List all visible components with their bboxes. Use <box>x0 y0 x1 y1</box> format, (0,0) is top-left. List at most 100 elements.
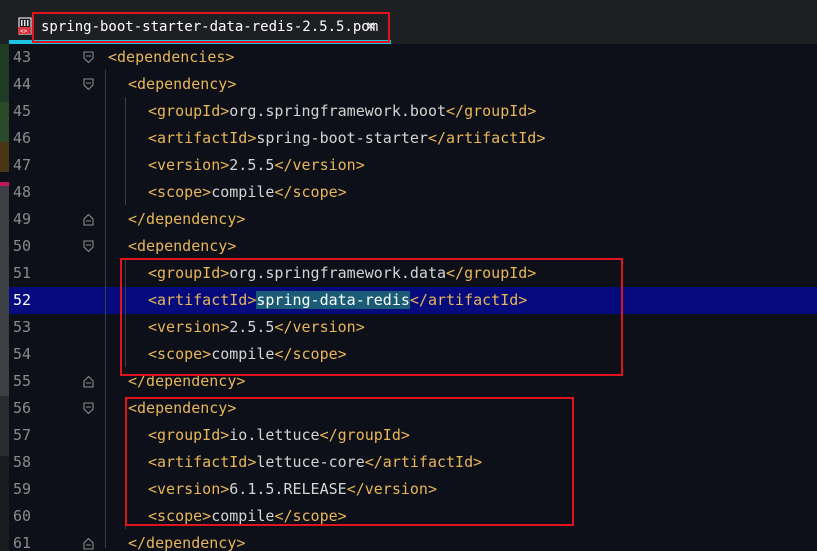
xml-close-tag: </version> <box>346 480 437 498</box>
code-text: <artifactId>spring-data-redis</artifactI… <box>148 291 527 310</box>
fold-close-icon[interactable] <box>83 213 94 226</box>
fold-open-icon[interactable] <box>83 51 94 64</box>
code-line[interactable]: 48 <scope>compile</scope> <box>9 179 817 206</box>
line-number: 52 <box>13 291 32 309</box>
code-text: </dependency> <box>128 534 245 551</box>
xml-open-tag: </dependency> <box>128 372 246 390</box>
code-line[interactable]: 60 <scope>compile</scope> <box>9 503 817 530</box>
code-text: </dependency> <box>128 372 245 391</box>
selected-text: spring-data-redis <box>256 291 410 309</box>
xml-value: compile <box>211 345 275 363</box>
line-number: 49 <box>13 210 32 228</box>
indent-guide <box>125 259 126 367</box>
xml-open-tag: <version> <box>148 318 230 336</box>
xml-value: 6.1.5.RELEASE <box>229 480 347 498</box>
xml-open-tag: <scope> <box>148 507 212 525</box>
code-line[interactable]: 51 <groupId>org.springframework.data</gro… <box>9 260 817 287</box>
code-line[interactable]: 55 </dependency> <box>9 368 817 395</box>
xml-close-tag: </groupId> <box>446 102 537 120</box>
code-editor[interactable]: 43 <dependencies> 44 <dependency> 45 <groupId… <box>0 44 817 551</box>
line-number: 43 <box>13 48 32 66</box>
code-text: <version>2.5.5</version> <box>148 318 365 337</box>
xml-open-tag: <scope> <box>148 183 212 201</box>
code-line[interactable]: 57 <groupId>io.lettuce</groupId> <box>9 422 817 449</box>
xml-open-tag: </dependency> <box>128 534 246 551</box>
xml-close-tag: </version> <box>274 318 365 336</box>
code-text: <groupId>org.springframework.boot</group… <box>148 102 536 121</box>
editor-tab-bar: <> spring-boot-starter-data-redis-2.5.5.… <box>0 0 817 44</box>
code-text: <dependency> <box>128 75 236 94</box>
xml-value: io.lettuce <box>229 426 320 444</box>
line-number: 46 <box>13 129 32 147</box>
line-number: 61 <box>13 534 32 551</box>
xml-open-tag: <dependency> <box>128 399 237 417</box>
line-number: 45 <box>13 102 32 120</box>
fold-close-icon[interactable] <box>83 537 94 550</box>
code-line[interactable]: 47 <version>2.5.5</version> <box>9 152 817 179</box>
xml-open-tag: <scope> <box>148 345 212 363</box>
xml-open-tag: <artifactId> <box>148 129 257 147</box>
strip-segment <box>0 186 9 396</box>
code-line[interactable]: 52 <artifactId>spring-data-redis</artifac… <box>9 287 817 314</box>
strip-segment <box>0 44 9 102</box>
xml-value: spring-boot-starter <box>256 129 428 147</box>
code-text: <scope>compile</scope> <box>148 183 347 202</box>
xml-open-tag: <dependency> <box>128 75 237 93</box>
code-line[interactable]: 58 <artifactId>lettuce-core</artifactId> <box>9 449 817 476</box>
xml-close-tag: </version> <box>274 156 365 174</box>
xml-open-tag: <dependency> <box>128 237 237 255</box>
fold-close-icon[interactable] <box>83 375 94 388</box>
line-number: 59 <box>13 480 32 498</box>
xml-value: lettuce-core <box>256 453 365 471</box>
fold-open-icon[interactable] <box>83 78 94 91</box>
code-line[interactable]: 56 <dependency> <box>9 395 817 422</box>
xml-open-tag: </dependency> <box>128 210 246 228</box>
code-text: <dependency> <box>128 399 236 418</box>
strip-segment <box>0 456 9 551</box>
xml-open-tag: <groupId> <box>148 426 230 444</box>
line-number: 47 <box>13 156 32 174</box>
line-number: 48 <box>13 183 32 201</box>
code-text: <scope>compile</scope> <box>148 345 347 364</box>
code-line[interactable]: 43 <dependencies> <box>9 44 817 71</box>
xml-open-tag: <artifactId> <box>148 453 257 471</box>
fold-open-icon[interactable] <box>83 240 94 253</box>
indent-guide <box>125 97 126 205</box>
xml-value: org.springframework.data <box>229 264 447 282</box>
strip-segment <box>0 142 9 172</box>
tab-highlight-box <box>32 12 390 43</box>
indent-guide <box>125 421 126 529</box>
code-line[interactable]: 49 </dependency> <box>9 206 817 233</box>
strip-segment <box>0 172 9 182</box>
code-line[interactable]: 53 <version>2.5.5</version> <box>9 314 817 341</box>
xml-close-tag: </scope> <box>274 507 347 525</box>
xml-close-tag: </artifactId> <box>409 291 528 309</box>
svg-text:<>: <> <box>20 28 28 35</box>
xml-close-tag: </scope> <box>274 183 347 201</box>
xml-close-tag: </groupId> <box>446 264 537 282</box>
code-text: <artifactId>lettuce-core</artifactId> <box>148 453 482 472</box>
xml-open-tag: <version> <box>148 480 230 498</box>
code-line[interactable]: 61 </dependency> <box>9 530 817 551</box>
line-number: 50 <box>13 237 32 255</box>
code-line[interactable]: 54 <scope>compile</scope> <box>9 341 817 368</box>
code-line[interactable]: 45 <groupId>org.springframework.boot</gro… <box>9 98 817 125</box>
line-number: 57 <box>13 426 32 444</box>
code-text: <scope>compile</scope> <box>148 507 347 526</box>
code-line[interactable]: 50 <dependency> <box>9 233 817 260</box>
line-number: 53 <box>13 318 32 336</box>
line-number: 44 <box>13 75 32 93</box>
xml-close-tag: </artifactId> <box>427 129 546 147</box>
left-tool-strip <box>0 44 9 551</box>
code-text: <dependency> <box>128 237 236 256</box>
xml-close-tag: </scope> <box>274 345 347 363</box>
fold-open-icon[interactable] <box>83 402 94 415</box>
xml-value: compile <box>211 507 275 525</box>
line-number: 58 <box>13 453 32 471</box>
code-text: <version>6.1.5.RELEASE</version> <box>148 480 437 499</box>
xml-open-tag: <artifactId> <box>148 291 257 309</box>
code-line[interactable]: 59 <version>6.1.5.RELEASE</version> <box>9 476 817 503</box>
code-text: <groupId>io.lettuce</groupId> <box>148 426 410 445</box>
code-line[interactable]: 44 <dependency> <box>9 71 817 98</box>
code-line[interactable]: 46 <artifactId>spring-boot-starter</artif… <box>9 125 817 152</box>
